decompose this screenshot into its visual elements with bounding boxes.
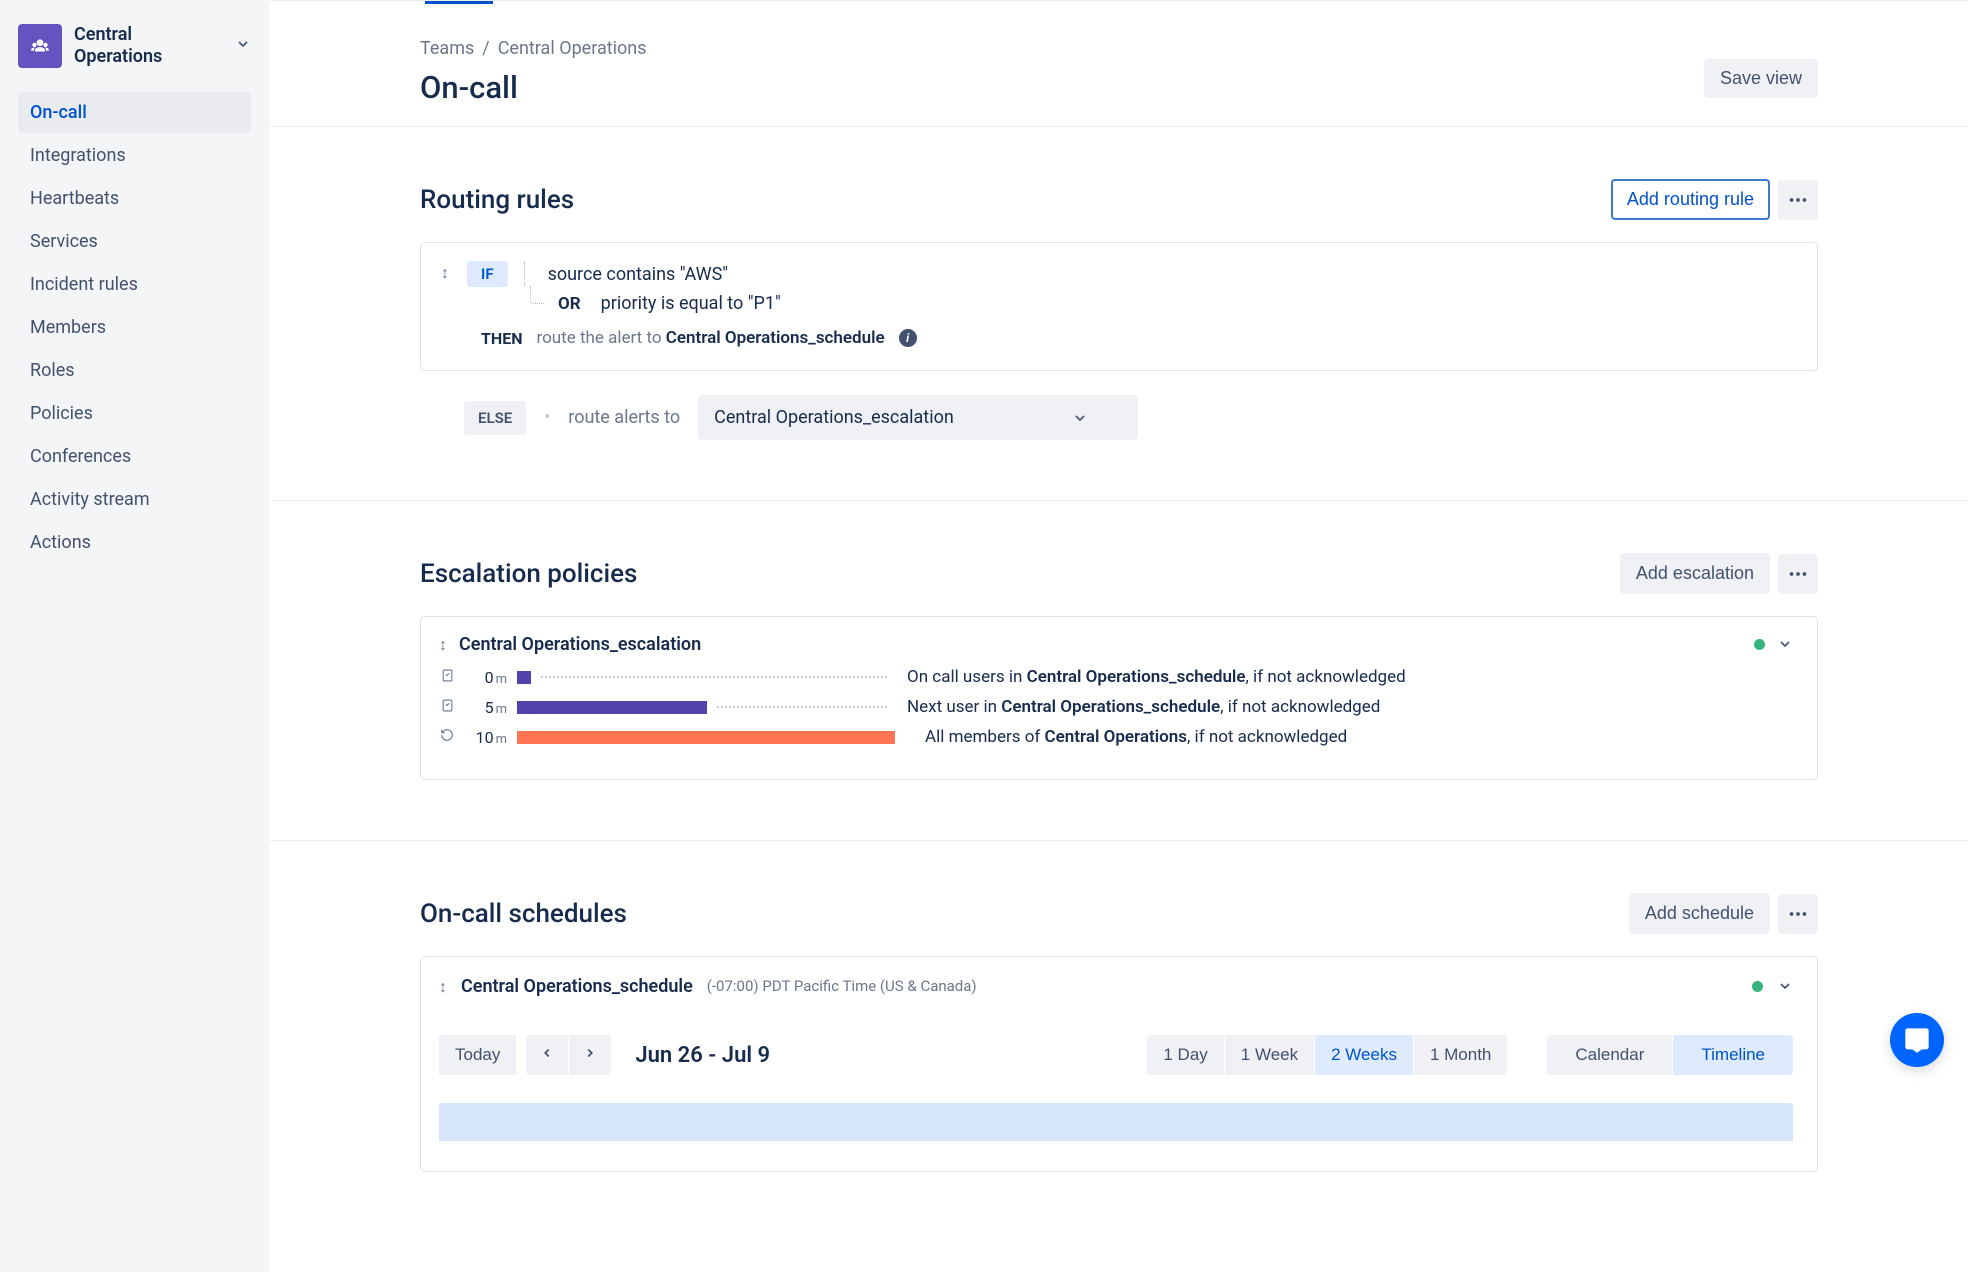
sidebar-item-incident-rules[interactable]: Incident rules xyxy=(18,264,251,305)
add-schedule-button[interactable]: Add schedule xyxy=(1629,893,1770,934)
range-1-week[interactable]: 1 Week xyxy=(1224,1035,1314,1075)
today-button[interactable]: Today xyxy=(439,1035,516,1075)
oncall-schedules-section: On-call schedules Add schedule ↕ Central… xyxy=(420,841,1818,1172)
escalation-policies-section: Escalation policies Add escalation ↕ Cen… xyxy=(420,501,1818,780)
date-range: Jun 26 - Jul 9 xyxy=(635,1043,770,1068)
save-view-button[interactable]: Save view xyxy=(1704,59,1818,98)
breadcrumb-root[interactable]: Teams xyxy=(420,38,474,59)
team-switcher[interactable]: Central Operations xyxy=(18,20,251,86)
prev-button[interactable] xyxy=(526,1035,568,1075)
breadcrumb: Teams / Central Operations xyxy=(420,4,1818,59)
rule-icon xyxy=(439,699,455,716)
status-dot-icon xyxy=(1752,981,1763,992)
next-button[interactable] xyxy=(568,1035,611,1075)
escalation-more-button[interactable] xyxy=(1778,554,1818,594)
rule-icon xyxy=(439,669,455,686)
view-timeline[interactable]: Timeline xyxy=(1672,1035,1793,1075)
rule-condition-1: source contains "AWS" xyxy=(548,264,729,285)
view-calendar[interactable]: Calendar xyxy=(1547,1035,1672,1075)
escalation-description: All members of Central Operations, if no… xyxy=(925,727,1347,747)
sidebar-item-on-call[interactable]: On-call xyxy=(18,92,251,133)
add-routing-rule-button[interactable]: Add routing rule xyxy=(1611,179,1770,220)
schedule-toolbar: Today Jun 26 - Jul 9 1 Day1 Week2 Weeks1… xyxy=(439,1035,1793,1075)
escalation-time: 10m xyxy=(465,728,507,747)
sidebar-item-roles[interactable]: Roles xyxy=(18,350,251,391)
sidebar-item-activity-stream[interactable]: Activity stream xyxy=(18,479,251,520)
sidebar-item-services[interactable]: Services xyxy=(18,221,251,262)
sidebar-item-heartbeats[interactable]: Heartbeats xyxy=(18,178,251,219)
else-text: route alerts to xyxy=(568,407,680,428)
status-dot-icon xyxy=(1754,639,1765,650)
if-tag: IF xyxy=(467,261,508,287)
schedule-card[interactable]: ↕ Central Operations_schedule (-07:00) P… xyxy=(420,956,1818,1172)
sidebar-nav: On-callIntegrationsHeartbeatsServicesInc… xyxy=(18,92,251,563)
escalation-bar xyxy=(517,701,707,714)
schedule-name: Central Operations_schedule xyxy=(461,976,693,997)
sidebar-item-actions[interactable]: Actions xyxy=(18,522,251,563)
escalation-step: 5m Next user in Central Operations_schedu… xyxy=(439,697,1793,717)
sidebar-item-conferences[interactable]: Conferences xyxy=(18,436,251,477)
breadcrumb-current[interactable]: Central Operations xyxy=(498,38,647,59)
chevron-down-icon[interactable] xyxy=(1777,636,1793,652)
sidebar-item-policies[interactable]: Policies xyxy=(18,393,251,434)
escalation-bar xyxy=(517,671,531,684)
else-row: ELSE • route alerts to Central Operation… xyxy=(420,395,1818,440)
routing-rule-card[interactable]: ↕ IF source contains "AWS" OR priority i… xyxy=(420,242,1818,371)
then-label: THEN xyxy=(481,329,523,348)
escalation-policy-card[interactable]: ↕ Central Operations_escalation 0m On cal… xyxy=(420,616,1818,780)
routing-rules-title: Routing rules xyxy=(420,185,574,215)
drag-handle-icon[interactable]: ↕ xyxy=(441,261,449,348)
sidebar: Central Operations On-callIntegrationsHe… xyxy=(0,0,270,1272)
chevron-down-icon xyxy=(235,36,251,56)
escalation-description: On call users in Central Operations_sche… xyxy=(907,667,1406,687)
range-toggle-group: 1 Day1 Week2 Weeks1 Month xyxy=(1147,1035,1507,1075)
sidebar-item-integrations[interactable]: Integrations xyxy=(18,135,251,176)
chevron-down-icon[interactable] xyxy=(1777,978,1793,994)
else-tag: ELSE xyxy=(464,401,526,435)
routing-rules-section: Routing rules Add routing rule ↕ IF xyxy=(420,127,1818,440)
escalation-time: 0m xyxy=(465,668,507,687)
sidebar-item-members[interactable]: Members xyxy=(18,307,251,348)
timezone-label: (-07:00) PDT Pacific Time (US & Canada) xyxy=(707,977,977,995)
then-text: route the alert to Central Operations_sc… xyxy=(537,328,885,348)
repeat-icon xyxy=(439,728,455,746)
escalation-time: 5m xyxy=(465,698,507,717)
escalation-policy-name: Central Operations_escalation xyxy=(459,634,1742,655)
main-content: Teams / Central Operations On-call Save … xyxy=(270,0,1968,1272)
chevron-down-icon xyxy=(1072,410,1088,426)
routing-more-button[interactable] xyxy=(1778,180,1818,220)
escalation-step: 0m On call users in Central Operations_sc… xyxy=(439,667,1793,687)
info-icon[interactable]: i xyxy=(899,329,917,347)
escalation-title: Escalation policies xyxy=(420,559,637,589)
escalation-step: 10m All members of Central Operations, if… xyxy=(439,727,1793,747)
escalation-bar xyxy=(517,731,895,744)
or-label: OR xyxy=(558,294,581,314)
escalation-description: Next user in Central Operations_schedule… xyxy=(907,697,1380,717)
rule-condition-2: priority is equal to "P1" xyxy=(601,293,781,314)
range-1-month[interactable]: 1 Month xyxy=(1413,1035,1507,1075)
drag-handle-icon[interactable]: ↕ xyxy=(439,633,447,655)
intercom-launcher[interactable] xyxy=(1890,1013,1944,1067)
page-title: On-call xyxy=(420,69,518,106)
connector-dot-icon: • xyxy=(544,407,550,428)
else-target-select[interactable]: Central Operations_escalation xyxy=(698,395,1138,440)
team-name: Central Operations xyxy=(74,24,223,67)
schedules-title: On-call schedules xyxy=(420,899,627,929)
range-1-day[interactable]: 1 Day xyxy=(1147,1035,1223,1075)
timeline-header xyxy=(439,1103,1793,1141)
team-avatar-icon xyxy=(18,24,62,68)
range-2-weeks[interactable]: 2 Weeks xyxy=(1314,1035,1413,1075)
schedules-more-button[interactable] xyxy=(1778,894,1818,934)
add-escalation-button[interactable]: Add escalation xyxy=(1620,553,1770,594)
drag-handle-icon[interactable]: ↕ xyxy=(439,975,447,997)
view-toggle-group: CalendarTimeline xyxy=(1547,1035,1793,1075)
